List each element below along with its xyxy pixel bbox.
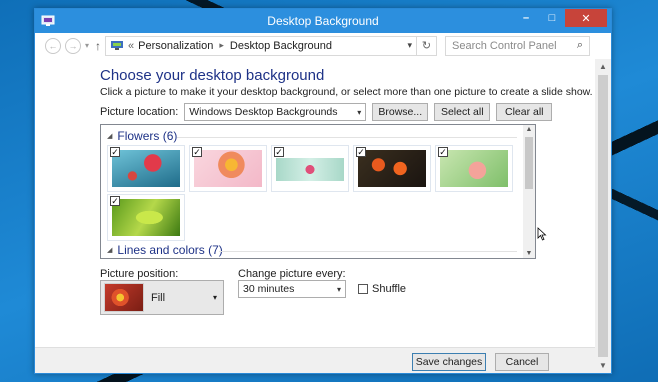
cancel-button[interactable]: Cancel <box>495 353 549 371</box>
group-divider <box>219 251 517 252</box>
picture-location-select[interactable]: Windows Desktop Backgrounds ▾ <box>184 103 367 121</box>
address-bar: ← → ▾ ↑ « Personalization ▸ Desktop Back… <box>35 33 611 59</box>
group-header-lines-and-colors[interactable]: ◢ Lines and colors (7) <box>107 243 223 257</box>
scroll-up-icon[interactable]: ▲ <box>523 126 535 133</box>
control-panel-icon <box>110 40 124 51</box>
search-icon[interactable]: ⌕ <box>577 39 583 52</box>
wallpaper-thumbnail[interactable]: ✓ <box>107 194 185 241</box>
thumbnail-checkbox[interactable]: ✓ <box>274 147 284 157</box>
scrollbar-thumb[interactable] <box>598 75 608 357</box>
window-scrollbar[interactable]: ▲ ▼ <box>595 59 611 373</box>
group-title: Flowers (6) <box>117 129 178 143</box>
mouse-cursor-icon <box>537 227 547 241</box>
change-picture-value: 30 minutes <box>243 283 295 295</box>
wallpaper-image <box>440 150 508 187</box>
breadcrumb-personalization[interactable]: Personalization <box>138 40 213 52</box>
change-picture-select[interactable]: 30 minutes ▾ <box>238 280 346 298</box>
desktop-background-window: Desktop Background – □ ✕ ← → ▾ ↑ « Perso… <box>34 8 612 374</box>
breadcrumb-separator-icon[interactable]: ▸ <box>219 40 224 51</box>
wallpaper-thumbnail[interactable]: ✓ <box>189 145 267 192</box>
wallpaper-thumbnail[interactable]: ✓ <box>435 145 513 192</box>
minimize-button[interactable]: – <box>513 9 539 27</box>
group-divider <box>177 137 517 138</box>
picture-location-value: Windows Desktop Backgrounds <box>189 106 338 118</box>
title-bar[interactable]: Desktop Background – □ ✕ <box>35 9 611 33</box>
group-title: Lines and colors (7) <box>117 243 223 257</box>
wallpaper-thumbnail[interactable]: ✓ <box>353 145 431 192</box>
position-preview-image <box>104 283 144 312</box>
scroll-down-icon[interactable]: ▼ <box>595 361 611 370</box>
clear-all-button[interactable]: Clear all <box>496 103 553 121</box>
wallpaper-image <box>112 199 180 236</box>
wallpaper-thumbnail[interactable]: ✓ <box>107 145 185 192</box>
up-button[interactable]: ↑ <box>95 39 101 53</box>
picture-position-select[interactable]: Fill ▾ <box>100 280 224 315</box>
breadcrumb-overflow[interactable]: « <box>128 40 134 52</box>
collapse-icon: ◢ <box>107 247 113 254</box>
recent-locations-dropdown[interactable]: ▾ <box>85 41 89 50</box>
back-button[interactable]: ← <box>45 37 61 54</box>
wallpaper-image <box>276 158 344 181</box>
picture-position-label: Picture position: <box>100 268 179 280</box>
chevron-down-icon: ▾ <box>336 284 341 294</box>
scrollbar-thumb[interactable] <box>525 137 533 189</box>
thumbnail-checkbox[interactable]: ✓ <box>110 147 120 157</box>
maximize-button[interactable]: □ <box>539 9 565 27</box>
wallpaper-thumbnail[interactable]: ✓ <box>271 145 349 192</box>
chevron-down-icon: ▾ <box>212 293 217 302</box>
wallpaper-image <box>194 150 262 187</box>
collapse-icon: ◢ <box>107 133 113 140</box>
thumbnail-checkbox[interactable]: ✓ <box>356 147 366 157</box>
breadcrumb[interactable]: « Personalization ▸ Desktop Background ▾ <box>105 35 418 56</box>
checkbox[interactable] <box>358 284 368 294</box>
breadcrumb-desktop-background[interactable]: Desktop Background <box>230 40 332 52</box>
thumbnail-checkbox[interactable]: ✓ <box>438 147 448 157</box>
search-input[interactable]: Search Control Panel ⌕ <box>445 35 591 56</box>
browse-button[interactable]: Browse... <box>372 103 429 121</box>
forward-button[interactable]: → <box>65 37 81 54</box>
chevron-down-icon[interactable]: ▾ <box>407 40 412 51</box>
thumbnail-checkbox[interactable]: ✓ <box>110 196 120 206</box>
save-changes-button[interactable]: Save changes <box>412 353 486 371</box>
picture-gallery: ◢ Flowers (6) ✓ ✓ ✓ ✓ ✓ ✓ ◢ Lines and co… <box>100 124 536 259</box>
control-panel-icon <box>41 15 55 27</box>
wallpaper-image <box>112 150 180 187</box>
page-title: Choose your desktop background <box>100 67 325 84</box>
change-picture-label: Change picture every: <box>238 268 346 280</box>
shuffle-checkbox[interactable]: Shuffle <box>358 283 406 295</box>
wallpaper-image <box>358 150 426 187</box>
refresh-button[interactable]: ↻ <box>417 35 438 56</box>
select-all-button[interactable]: Select all <box>434 103 491 121</box>
group-header-flowers[interactable]: ◢ Flowers (6) <box>107 129 177 143</box>
search-placeholder: Search Control Panel <box>452 39 557 52</box>
scroll-down-icon[interactable]: ▼ <box>523 250 535 257</box>
shuffle-label: Shuffle <box>372 283 407 295</box>
page-subtitle: Click a picture to make it your desktop … <box>100 86 593 98</box>
content-area: Choose your desktop background Click a p… <box>35 59 595 373</box>
dialog-footer: Save changes Cancel <box>35 347 595 373</box>
thumbnail-checkbox[interactable]: ✓ <box>192 147 202 157</box>
close-button[interactable]: ✕ <box>565 9 607 27</box>
picture-location-label: Picture location: <box>100 106 179 118</box>
gallery-scrollbar[interactable]: ▲ ▼ <box>523 125 535 258</box>
scroll-up-icon[interactable]: ▲ <box>595 62 611 71</box>
chevron-down-icon: ▾ <box>357 107 362 117</box>
picture-position-value: Fill <box>151 291 166 304</box>
